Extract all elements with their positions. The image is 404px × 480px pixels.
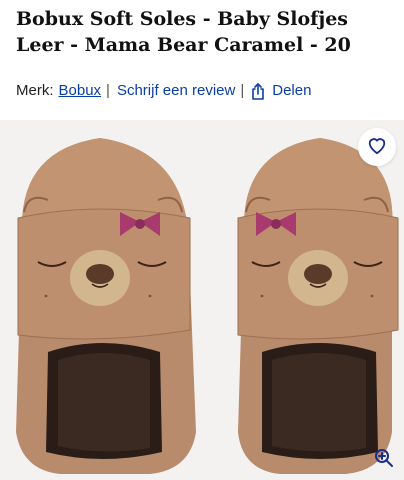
brand-label: Merk: bbox=[16, 82, 54, 99]
share-icon bbox=[251, 82, 265, 100]
write-review-link[interactable]: Schrijf een review bbox=[117, 80, 235, 102]
separator: | bbox=[106, 82, 110, 99]
zoom-in-icon bbox=[374, 448, 394, 473]
heart-icon bbox=[366, 135, 388, 160]
right-shoe bbox=[237, 138, 399, 474]
separator: | bbox=[240, 82, 245, 99]
product-title: Bobux Soft Soles - Baby Slofjes Leer - M… bbox=[16, 8, 351, 56]
left-shoe bbox=[16, 138, 196, 474]
share-button[interactable]: Delen bbox=[251, 80, 311, 102]
zoom-button[interactable] bbox=[372, 448, 396, 472]
baby-shoes-illustration bbox=[16, 138, 399, 474]
share-label: Delen bbox=[272, 82, 312, 99]
product-meta-row: Merk: Bobux | Schrijf een review | Delen bbox=[16, 80, 311, 102]
favorite-button[interactable] bbox=[358, 128, 396, 166]
brand-link[interactable]: Bobux bbox=[59, 80, 102, 102]
product-image[interactable] bbox=[0, 120, 404, 480]
